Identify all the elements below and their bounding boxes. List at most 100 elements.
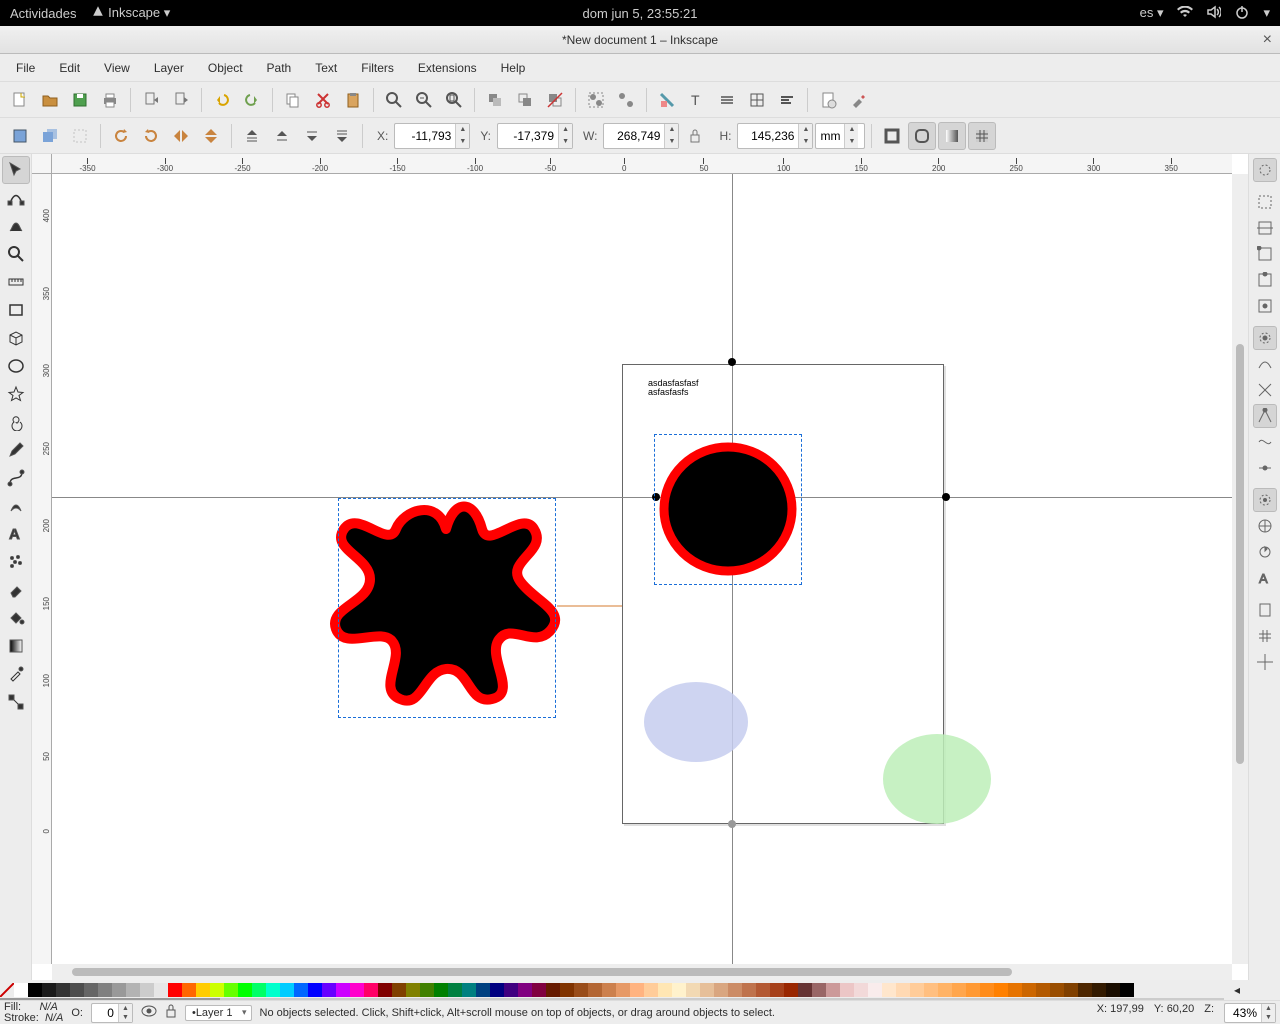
swatch[interactable] [924,983,938,997]
snap-nodes-button[interactable] [1253,326,1277,350]
system-menu-arrow[interactable]: ▾ [1263,5,1270,21]
zoom-drawing-button[interactable] [410,86,438,114]
swatch[interactable] [70,983,84,997]
y-input[interactable]: ▲▼ [497,123,573,149]
dropper-tool[interactable] [2,660,30,688]
swatch[interactable] [784,983,798,997]
print-button[interactable] [96,86,124,114]
zoom-input[interactable]: ▲▼ [1224,1003,1276,1023]
eraser-tool[interactable] [2,576,30,604]
swatch[interactable] [588,983,602,997]
swatch[interactable] [210,983,224,997]
spiral-tool[interactable] [2,408,30,436]
save-button[interactable] [66,86,94,114]
h-input[interactable]: ▲▼ [737,123,813,149]
snap-midpoint-button[interactable] [1253,456,1277,480]
swatch[interactable] [434,983,448,997]
swatch[interactable] [56,983,70,997]
flip-h-button[interactable] [167,122,195,150]
lower-button[interactable] [298,122,326,150]
tweak-tool[interactable] [2,212,30,240]
swatch[interactable] [336,983,350,997]
swatch[interactable] [1022,983,1036,997]
zoom-tool[interactable] [2,240,30,268]
menu-layer[interactable]: Layer [144,57,194,79]
deselect-button[interactable] [66,122,94,150]
swatch[interactable] [812,983,826,997]
paste-button[interactable] [339,86,367,114]
swatch[interactable] [294,983,308,997]
redo-button[interactable] [238,86,266,114]
swatch[interactable] [238,983,252,997]
swatch[interactable] [952,983,966,997]
opacity-input[interactable]: ▲▼ [91,1003,133,1023]
menu-help[interactable]: Help [491,57,536,79]
snap-smooth-button[interactable] [1253,430,1277,454]
raise-top-button[interactable] [238,122,266,150]
swatch[interactable] [770,983,784,997]
star-tool[interactable] [2,380,30,408]
open-button[interactable] [36,86,64,114]
rectangle-tool[interactable] [2,296,30,324]
affect-pattern-button[interactable] [968,122,996,150]
node-tool[interactable] [2,184,30,212]
swatch[interactable] [1008,983,1022,997]
copy-button[interactable] [279,86,307,114]
swatch[interactable] [742,983,756,997]
swatch[interactable] [938,983,952,997]
menu-object[interactable]: Object [198,57,253,79]
swatch[interactable] [266,983,280,997]
swatch[interactable] [406,983,420,997]
unlink-clone-button[interactable] [541,86,569,114]
xml-editor-button[interactable] [713,86,741,114]
snap-text-button[interactable]: A [1253,566,1277,590]
connector-tool[interactable] [2,688,30,716]
swatch[interactable] [826,983,840,997]
swatch[interactable] [350,983,364,997]
snap-bbox-corner-button[interactable] [1253,242,1277,266]
no-color-swatch[interactable] [0,983,14,997]
preferences-button[interactable] [844,86,872,114]
swatch[interactable] [98,983,112,997]
swatch[interactable] [112,983,126,997]
swatch[interactable] [168,983,182,997]
close-icon[interactable]: × [1263,31,1272,49]
swatch[interactable] [364,983,378,997]
clone-button[interactable] [511,86,539,114]
ellipse-tool[interactable] [2,352,30,380]
snap-cusp-button[interactable] [1253,404,1277,428]
swatch[interactable] [616,983,630,997]
swatch[interactable] [546,983,560,997]
flip-v-button[interactable] [197,122,225,150]
snap-center-button[interactable] [1253,514,1277,538]
ruler-vertical[interactable]: 450400350300250200150100500 [32,174,52,964]
swatch[interactable] [308,983,322,997]
menu-edit[interactable]: Edit [49,57,90,79]
selector-tool[interactable] [2,156,30,184]
palette-menu-button[interactable]: ◂ [1226,980,1248,1000]
swatch[interactable] [896,983,910,997]
snap-rotation-button[interactable] [1253,540,1277,564]
affect-stroke-button[interactable] [878,122,906,150]
swatch[interactable] [504,983,518,997]
snap-bbox-edge-button[interactable] [1253,216,1277,240]
raise-button[interactable] [268,122,296,150]
color-palette[interactable] [0,980,1224,1000]
canvas[interactable]: asdasfasfasfasfasfasfs [52,174,1232,964]
swatch[interactable] [798,983,812,997]
menu-view[interactable]: View [94,57,140,79]
w-input[interactable]: ▲▼ [603,123,679,149]
swatch[interactable] [756,983,770,997]
swatch[interactable] [658,983,672,997]
swatch[interactable] [182,983,196,997]
swatch[interactable] [854,983,868,997]
x-input[interactable]: ▲▼ [394,123,470,149]
snap-bbox-center-button[interactable] [1253,294,1277,318]
swatch[interactable] [1036,983,1050,997]
duplicate-button[interactable] [481,86,509,114]
group-button[interactable] [582,86,610,114]
menu-path[interactable]: Path [257,57,302,79]
swatch[interactable] [224,983,238,997]
snap-enable-button[interactable] [1253,158,1277,182]
swatch[interactable] [14,983,28,997]
